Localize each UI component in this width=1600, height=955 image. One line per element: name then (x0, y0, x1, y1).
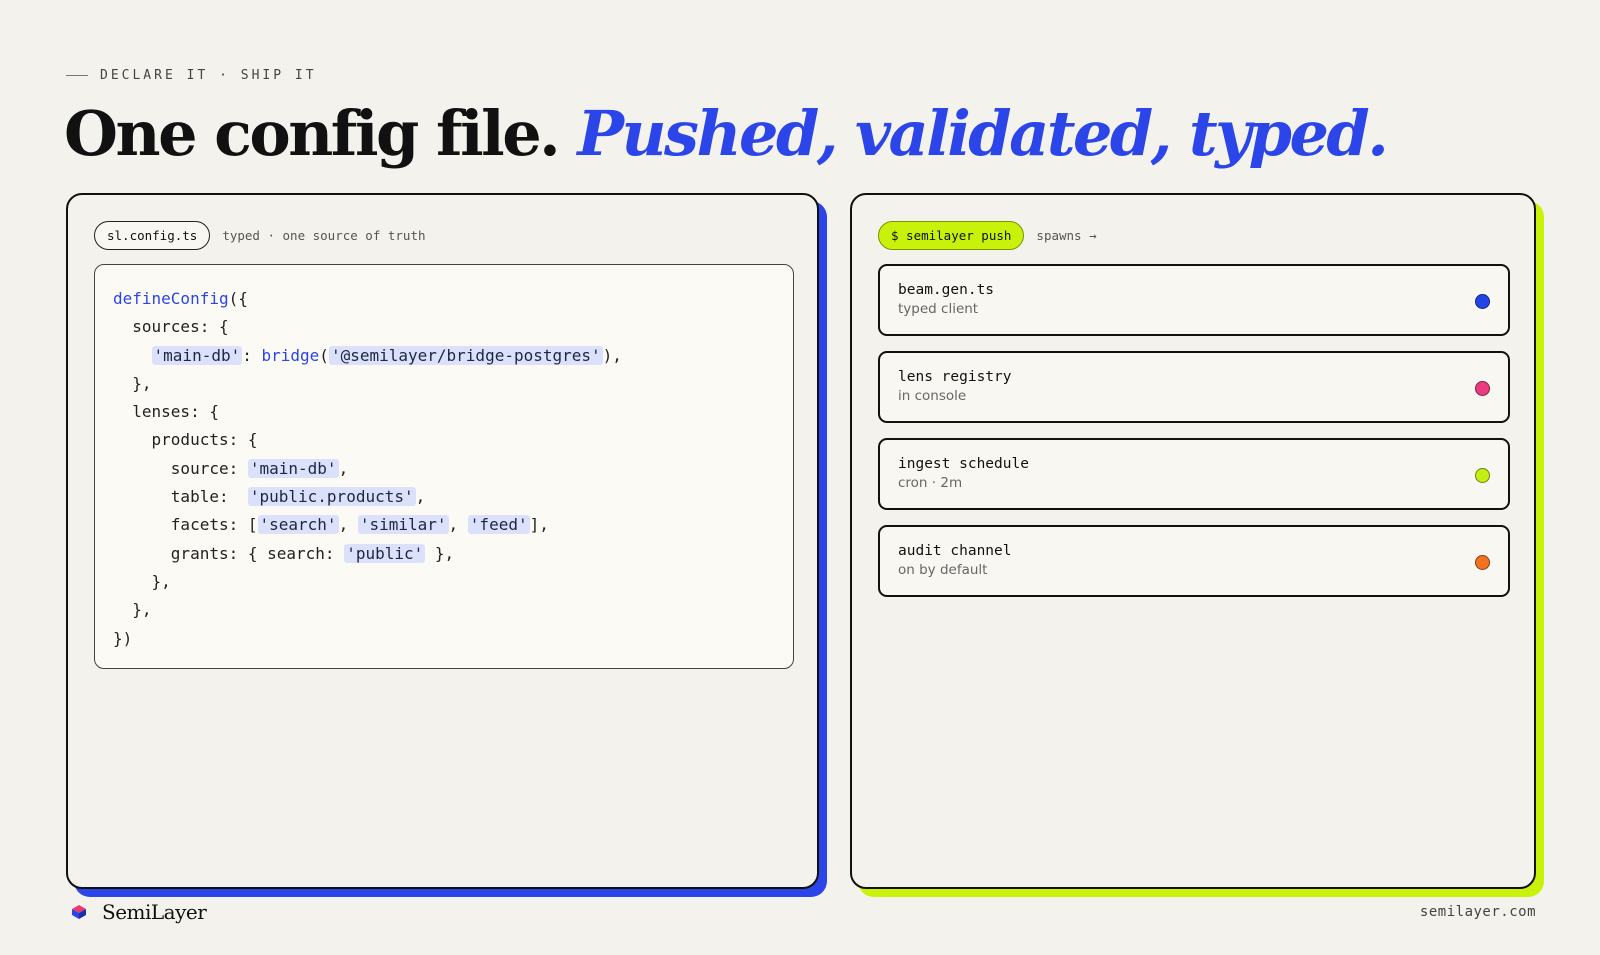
spawn-subtitle: in console (898, 388, 967, 404)
code-token: ({ (228, 289, 248, 308)
code-line: source: 'main-db', (113, 455, 775, 483)
code-line: defineConfig({ (113, 285, 775, 313)
code-token: ], (529, 515, 549, 535)
config-filename-pill[interactable]: sl.config.ts (94, 221, 211, 250)
code-token: , (415, 487, 426, 507)
code-string: '@semilayer/bridge-postgres' (328, 345, 603, 365)
code-string: 'similar' (357, 515, 449, 535)
code-token: }, (113, 571, 171, 591)
code-token: products: { (113, 430, 258, 450)
code-string: 'public' (344, 543, 426, 563)
code-token: }) (113, 628, 133, 648)
code-token: grants: { search: (113, 543, 345, 563)
spawn-title: beam.gen.ts (898, 282, 995, 298)
config-tag-row: sl.config.ts typed · one source of truth (94, 221, 426, 250)
spawn-subtitle: typed client (898, 301, 979, 317)
status-dot (1475, 294, 1490, 309)
headline: One config file. Pushed, validated, type… (64, 92, 1389, 176)
code-string: 'search' (257, 515, 339, 535)
spawn-card-beam-gen[interactable]: beam.gen.ts typed client (878, 264, 1510, 336)
brand-name: SemiLayer (102, 900, 207, 924)
spawn-subtitle: cron · 2m (898, 475, 963, 491)
eyebrow: DECLARE IT · SHIP IT (66, 68, 317, 83)
code-token: }, (425, 543, 455, 563)
status-dot (1475, 468, 1490, 483)
code-line: }) (113, 625, 775, 653)
spawn-title: lens registry (898, 369, 1012, 385)
code-block: defineConfig({ sources: { 'main-db': bri… (94, 264, 794, 669)
spawns-note: spawns → (1036, 228, 1097, 243)
spawn-card-audit-channel[interactable]: audit channel on by default (878, 525, 1510, 597)
spawn-subtitle: on by default (898, 562, 988, 578)
eyebrow-rule (66, 75, 88, 76)
spawn-title: ingest schedule (898, 456, 1029, 472)
code-token: , (448, 515, 468, 535)
status-dot (1475, 381, 1490, 396)
push-tag-row: $ semilayer push spawns → (878, 221, 1097, 250)
code-string: 'feed' (467, 515, 530, 535)
code-token: }, (113, 373, 152, 393)
code-token: lenses: { (113, 402, 219, 422)
eyebrow-text: DECLARE IT · SHIP IT (100, 68, 317, 83)
code-function: defineConfig (113, 289, 229, 308)
brand[interactable]: SemiLayer (70, 900, 207, 924)
code-token: ), (602, 345, 622, 365)
code-token: sources: { (113, 317, 229, 337)
config-note: typed · one source of truth (222, 228, 426, 243)
code-token: }, (113, 600, 152, 620)
code-function: bridge (261, 345, 320, 365)
code-line: 'main-db': bridge('@semilayer/bridge-pos… (113, 342, 775, 370)
code-token: table: (113, 487, 248, 507)
code-line: lenses: { (113, 398, 775, 426)
headline-lead: One config file. (64, 97, 561, 170)
code-line: }, (113, 568, 775, 596)
code-line: products: { (113, 426, 775, 454)
spawn-card-ingest-schedule[interactable]: ingest schedule cron · 2m (878, 438, 1510, 510)
code-token: ( (319, 345, 329, 365)
code-line: sources: { (113, 313, 775, 341)
code-line: }, (113, 370, 775, 398)
code-line: }, (113, 596, 775, 624)
push-panel: $ semilayer push spawns → beam.gen.ts ty… (850, 193, 1536, 889)
code-token: : (242, 345, 262, 365)
code-token: source: (113, 458, 248, 478)
spawn-title: audit channel (898, 543, 1012, 559)
code-line: grants: { search: 'public' }, (113, 540, 775, 568)
code-string: 'public.products' (247, 487, 416, 507)
config-panel: sl.config.ts typed · one source of truth… (66, 193, 819, 889)
code-line: table: 'public.products', (113, 483, 775, 511)
status-dot (1475, 555, 1490, 570)
code-token: , (338, 515, 358, 535)
semilayer-logo-icon (72, 905, 86, 919)
code-token: , (338, 458, 349, 478)
spawn-card-lens-registry[interactable]: lens registry in console (878, 351, 1510, 423)
code-token: facets: [ (113, 515, 258, 535)
code-string: 'main-db' (151, 345, 243, 365)
site-link[interactable]: semilayer.com (1420, 904, 1536, 920)
spawn-list: beam.gen.ts typed client lens registry i… (878, 264, 1510, 612)
push-command-pill[interactable]: $ semilayer push (878, 221, 1025, 250)
code-string: 'main-db' (247, 458, 339, 478)
headline-accent: Pushed, validated, typed. (577, 97, 1388, 170)
code-line: facets: ['search', 'similar', 'feed'], (113, 511, 775, 539)
